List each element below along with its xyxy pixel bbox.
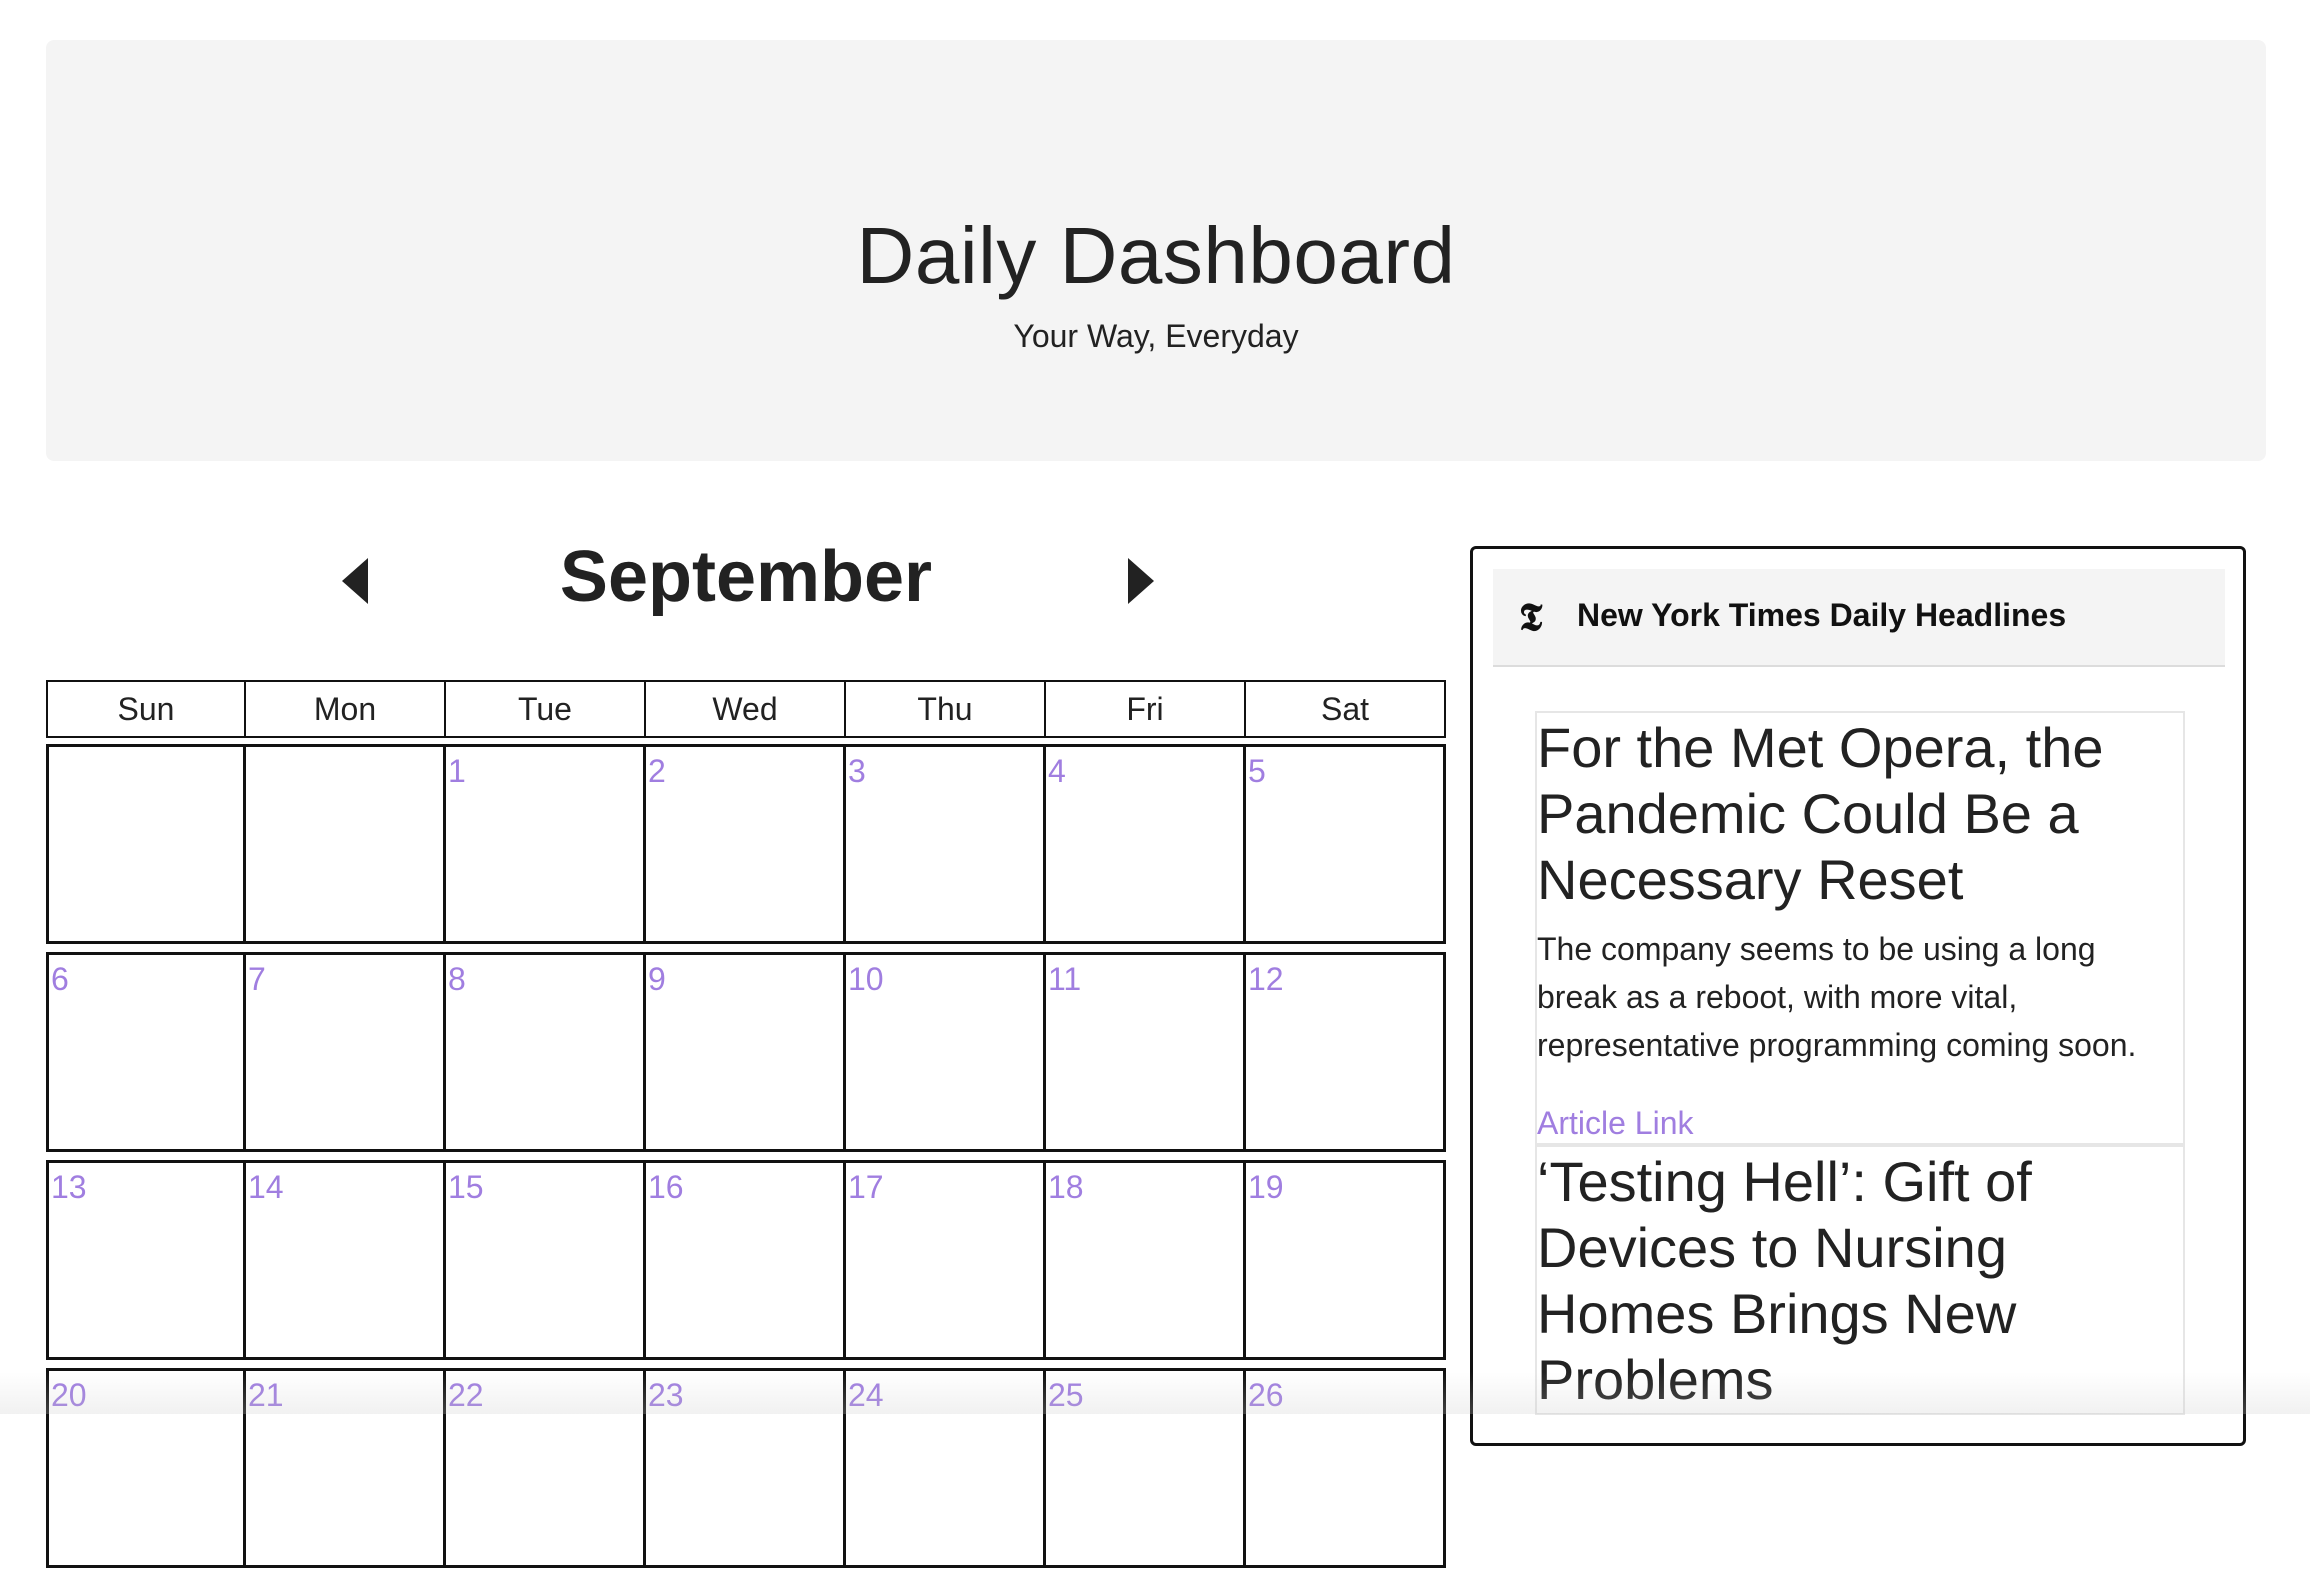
calendar-day[interactable]: 14 [246, 1160, 446, 1360]
calendar-grid: 1 2 3 4 5 6 7 8 9 10 11 12 13 14 15 16 1… [46, 744, 1450, 1576]
day-number: 4 [1048, 753, 1066, 789]
calendar-day[interactable]: 25 [1046, 1368, 1246, 1568]
news-article: ‘Testing Hell’: Gift of Devices to Nursi… [1535, 1145, 2185, 1415]
calendar-weekdays: Sun Mon Tue Wed Thu Fri Sat [46, 680, 1446, 738]
day-number: 9 [648, 961, 666, 997]
calendar-day[interactable]: 9 [646, 952, 846, 1152]
day-number: 7 [248, 961, 266, 997]
news-articles: For the Met Opera, the Pandemic Could Be… [1535, 711, 2185, 1415]
day-number: 24 [848, 1377, 884, 1413]
calendar-day[interactable]: 7 [246, 952, 446, 1152]
news-panel: 𝕿 New York Times Daily Headlines For the… [1470, 546, 2246, 1446]
article-headline: ‘Testing Hell’: Gift of Devices to Nursi… [1537, 1150, 2032, 1411]
day-number: 6 [51, 961, 69, 997]
calendar-day[interactable]: 1 [446, 744, 646, 944]
article-link[interactable]: Article Link [1537, 1103, 2183, 1143]
calendar-day[interactable]: 2 [646, 744, 846, 944]
calendar-day[interactable]: 17 [846, 1160, 1046, 1360]
calendar-day[interactable]: 18 [1046, 1160, 1246, 1360]
calendar-day[interactable]: 11 [1046, 952, 1246, 1152]
day-number: 11 [1048, 961, 1082, 997]
calendar-week: 13 14 15 16 17 18 19 [46, 1160, 1450, 1360]
day-number: 21 [248, 1377, 284, 1413]
calendar-day[interactable]: 15 [446, 1160, 646, 1360]
day-number: 16 [648, 1169, 684, 1205]
day-number: 26 [1248, 1377, 1284, 1413]
news-title: New York Times Daily Headlines [1577, 597, 2067, 633]
header-jumbotron: Daily Dashboard Your Way, Everyday [46, 40, 2266, 461]
calendar-day[interactable]: 21 [246, 1368, 446, 1568]
day-number: 8 [448, 961, 466, 997]
weekday-wed: Wed [646, 680, 846, 738]
calendar-week: 1 2 3 4 5 [46, 744, 1450, 944]
calendar-header: September [46, 530, 1446, 626]
day-number: 17 [848, 1169, 884, 1205]
page-subtitle: Your Way, Everyday [1013, 318, 1299, 354]
calendar-day[interactable]: 6 [46, 952, 246, 1152]
nyt-logo-icon: 𝕿 [1519, 594, 1543, 639]
calendar-day[interactable]: 12 [1246, 952, 1446, 1152]
calendar-day[interactable]: 23 [646, 1368, 846, 1568]
news-article: For the Met Opera, the Pandemic Could Be… [1535, 711, 2185, 1145]
weekday-thu: Thu [846, 680, 1046, 738]
day-number: 1 [448, 753, 466, 789]
calendar-month: September [559, 537, 933, 617]
day-number: 2 [648, 753, 666, 789]
day-number: 22 [448, 1377, 484, 1413]
calendar-day[interactable]: 13 [46, 1160, 246, 1360]
calendar-day[interactable]: 3 [846, 744, 1046, 944]
day-number: 15 [448, 1169, 484, 1205]
day-number: 14 [248, 1169, 284, 1205]
day-number: 3 [848, 753, 866, 789]
triangle-right-icon[interactable] [1128, 558, 1154, 604]
calendar-day[interactable]: 10 [846, 952, 1046, 1152]
day-number: 19 [1248, 1169, 1284, 1205]
calendar-day[interactable]: 26 [1246, 1368, 1446, 1568]
day-number: 23 [648, 1377, 684, 1413]
day-number: 20 [51, 1377, 87, 1413]
article-headline: For the Met Opera, the Pandemic Could Be… [1537, 716, 2104, 911]
weekday-fri: Fri [1046, 680, 1246, 738]
calendar-day[interactable] [246, 744, 446, 944]
calendar-day[interactable]: 8 [446, 952, 646, 1152]
calendar-day[interactable]: 19 [1246, 1160, 1446, 1360]
day-number: 25 [1048, 1377, 1084, 1413]
news-header: 𝕿 New York Times Daily Headlines [1493, 569, 2225, 667]
calendar-day[interactable]: 4 [1046, 744, 1246, 944]
day-number: 10 [848, 961, 884, 997]
calendar-week: 20 21 22 23 24 25 26 [46, 1368, 1450, 1568]
day-number: 5 [1248, 753, 1266, 789]
page-title: Daily Dashboard [856, 211, 1456, 300]
weekday-sun: Sun [46, 680, 246, 738]
day-number: 13 [51, 1169, 87, 1205]
article-summary: The company seems to be using a long bre… [1537, 931, 2137, 1063]
calendar-day[interactable] [46, 744, 246, 944]
calendar-day[interactable]: 16 [646, 1160, 846, 1360]
weekday-tue: Tue [446, 680, 646, 738]
calendar-day[interactable]: 5 [1246, 744, 1446, 944]
calendar-day[interactable]: 20 [46, 1368, 246, 1568]
calendar-day[interactable]: 22 [446, 1368, 646, 1568]
day-number: 18 [1048, 1169, 1084, 1205]
calendar-day[interactable]: 24 [846, 1368, 1046, 1568]
weekday-mon: Mon [246, 680, 446, 738]
weekday-sat: Sat [1246, 680, 1446, 738]
calendar-week: 6 7 8 9 10 11 12 [46, 952, 1450, 1152]
day-number: 12 [1248, 961, 1284, 997]
